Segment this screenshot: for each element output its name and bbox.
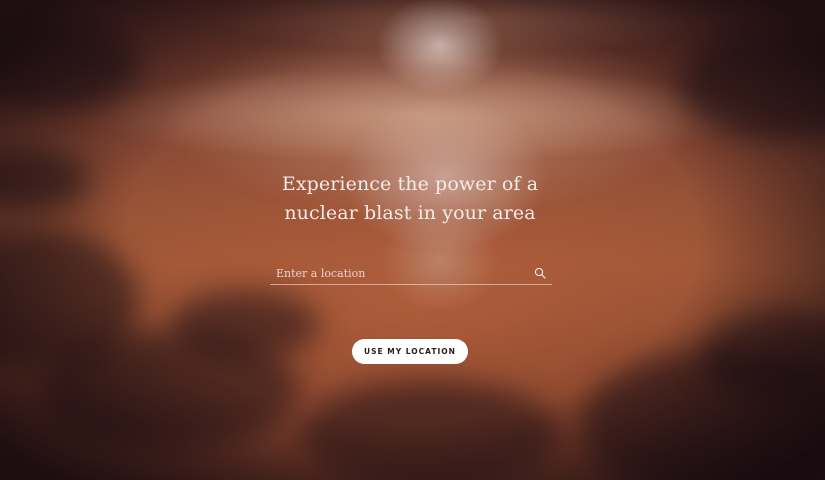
location-input[interactable] bbox=[270, 262, 532, 284]
location-search bbox=[270, 262, 552, 285]
use-my-location-button[interactable]: USE MY LOCATION bbox=[352, 339, 468, 364]
hero-headline: Experience the power of a nuclear blast … bbox=[281, 173, 539, 224]
page: Experience the power of a nuclear blast … bbox=[0, 0, 825, 480]
search-icon[interactable] bbox=[532, 265, 548, 281]
hero-content: Experience the power of a nuclear blast … bbox=[0, 0, 825, 480]
